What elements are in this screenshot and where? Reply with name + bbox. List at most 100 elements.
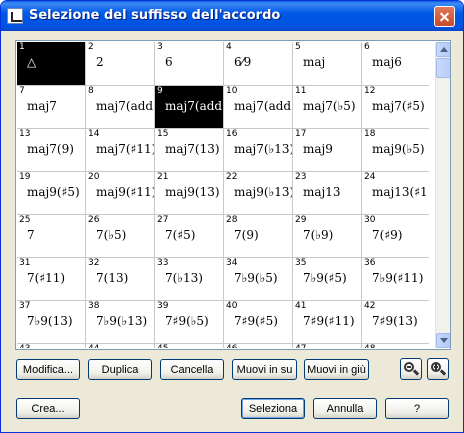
suffix-cell[interactable]: 31 7(♯11) <box>17 258 86 301</box>
help-button[interactable]: ? <box>385 398 449 419</box>
suffix-cell[interactable]: 6 maj6 <box>362 42 429 86</box>
suffix-cell[interactable]: 26 7(♭5) <box>86 215 155 258</box>
suffix-cell[interactable]: 20 maj9(♯11) <box>86 172 155 215</box>
suffix-cell[interactable]: 15 maj7(13) <box>155 129 224 172</box>
suffix-cell[interactable]: 39 7♯9(♭5) <box>155 301 224 344</box>
cell-number: 41 <box>295 301 307 311</box>
chord-suffix: maj7(add <box>96 99 154 113</box>
cancel-button[interactable]: Annulla <box>313 398 377 419</box>
cell-number: 7 <box>19 86 25 96</box>
chord-suffix: △ <box>27 55 37 69</box>
suffix-cell[interactable]: 14 maj7(♯11) <box>86 129 155 172</box>
suffix-cell[interactable]: 29 7(♭9) <box>293 215 362 258</box>
move-up-button[interactable]: Muovi in su <box>232 359 297 380</box>
suffix-cell[interactable]: 18 maj9(♭5) <box>362 129 429 172</box>
chord-suffix: 2 <box>96 55 104 69</box>
suffix-cell[interactable]: 40 7♯9(♯5) <box>224 301 293 344</box>
chord-suffix: 7(♯9) <box>372 228 403 242</box>
cell-number: 22 <box>226 172 238 182</box>
vertical-scrollbar[interactable] <box>435 42 450 348</box>
suffix-cell[interactable]: 7 maj7 <box>17 86 86 129</box>
suffix-cell[interactable]: 34 7♭9(♭5) <box>224 258 293 301</box>
cell-number: 24 <box>364 172 376 182</box>
cell-number: 4 <box>226 42 232 52</box>
chord-suffix-dialog: Selezione del suffisso dell'accordo 1 △ 2 2… <box>0 0 464 433</box>
suffix-cell[interactable]: 19 maj9(♯5) <box>17 172 86 215</box>
suffix-cell[interactable]: 9 maj7(add <box>155 86 224 129</box>
chord-suffix: maj6 <box>372 55 402 69</box>
chord-suffix: maj7(♯11) <box>96 142 155 156</box>
suffix-cell[interactable]: 8 maj7(add <box>86 86 155 129</box>
chord-suffix: maj7(♭13) <box>234 142 293 156</box>
suffix-cell[interactable]: 38 7♭9(♭13) <box>86 301 155 344</box>
cell-number: 39 <box>157 301 169 311</box>
cell-number: 8 <box>88 86 94 96</box>
suffix-cell[interactable]: 22 maj9(♭13) <box>224 172 293 215</box>
window-title: Selezione del suffisso dell'accordo <box>29 8 281 23</box>
scroll-up-button[interactable] <box>436 42 450 57</box>
title-bar[interactable]: Selezione del suffisso dell'accordo <box>1 1 463 31</box>
suffix-cell[interactable]: 36 7♭9(♯11) <box>362 258 429 301</box>
cell-number: 38 <box>88 301 100 311</box>
suffix-cell[interactable]: 479 <box>293 344 362 348</box>
suffix-cell[interactable]: 24 maj13(♯11 <box>362 172 429 215</box>
suffix-cell[interactable]: 447alt <box>86 344 155 348</box>
select-button[interactable]: Seleziona <box>241 398 305 419</box>
duplicate-button[interactable]: Duplica <box>88 359 152 380</box>
suffix-cell[interactable]: 437♯9(♭13) <box>17 344 86 348</box>
chord-suffix: 7♭9(♭5) <box>234 271 278 285</box>
suffix-cell[interactable]: 13 maj7(9) <box>17 129 86 172</box>
cell-number: 30 <box>364 215 376 225</box>
suffix-cell[interactable]: 22 <box>86 42 155 86</box>
suffix-cell[interactable]: 489(♭5) <box>362 344 429 348</box>
suffix-cell[interactable]: 35 7♭9(♯5) <box>293 258 362 301</box>
chord-suffix: maj7 <box>27 99 57 113</box>
suffix-cell[interactable]: 1 △ <box>17 42 86 86</box>
suffix-cell[interactable]: 36 <box>155 42 224 86</box>
suffix-cell[interactable]: 11 maj7(♭5) <box>293 86 362 129</box>
modify-button[interactable]: Modifica... <box>16 359 80 380</box>
move-down-button[interactable]: Muovi in giù <box>304 359 369 380</box>
suffix-cell[interactable]: 27 7(♯5) <box>155 215 224 258</box>
suffix-cell[interactable]: 25 7 <box>17 215 86 258</box>
chord-suffix: 7♭9(♯5) <box>303 271 347 285</box>
cell-number: 29 <box>295 215 307 225</box>
suffix-cell[interactable]: 5 maj <box>293 42 362 86</box>
close-icon[interactable] <box>434 6 455 27</box>
suffix-cell[interactable]: 41 7♯9(♯11) <box>293 301 362 344</box>
zoom-in-button[interactable] <box>427 358 449 380</box>
suffix-cell[interactable]: 42 7♯9(13) <box>362 301 429 344</box>
cell-number: 31 <box>19 258 31 268</box>
suffix-cell[interactable]: 28 7(9) <box>224 215 293 258</box>
chord-suffix: 7♭9(13) <box>27 314 73 328</box>
cell-number: 16 <box>226 129 238 139</box>
delete-button[interactable]: Cancella <box>160 359 224 380</box>
suffix-cell[interactable]: 10 maj7(add <box>224 86 293 129</box>
suffix-cell[interactable]: 457(omit 3) <box>155 344 224 348</box>
suffix-cell[interactable]: 23 maj13 <box>293 172 362 215</box>
zoom-out-button[interactable] <box>400 358 422 380</box>
chord-suffix: 7♭9(♭13) <box>96 314 148 328</box>
cell-number: 37 <box>19 301 31 311</box>
suffix-cell[interactable]: 16 maj7(♭13) <box>224 129 293 172</box>
suffix-cell[interactable]: 30 7(♯9) <box>362 215 429 258</box>
cell-number: 36 <box>364 258 376 268</box>
suffix-cell[interactable]: 33 7(♭13) <box>155 258 224 301</box>
suffix-cell[interactable]: 17 maj9 <box>293 129 362 172</box>
cell-number: 47 <box>295 345 306 349</box>
cell-number: 43 <box>19 345 30 349</box>
chord-suffix: 7(♭13) <box>165 271 203 285</box>
cell-number: 1 <box>19 42 25 52</box>
chord-suffix: maj9(♯11) <box>96 185 155 199</box>
scroll-down-button[interactable] <box>436 333 450 348</box>
suffix-cell[interactable]: 37 7♭9(13) <box>17 301 86 344</box>
chord-suffix: maj13(♯11 <box>372 185 429 199</box>
suffix-cell[interactable]: 21 maj9(13) <box>155 172 224 215</box>
suffix-cell[interactable]: 12 maj7(♯5) <box>362 86 429 129</box>
suffix-cell[interactable]: 467(omit 5) <box>224 344 293 348</box>
suffix-cell[interactable]: 32 7(13) <box>86 258 155 301</box>
create-button[interactable]: Crea... <box>16 398 80 419</box>
scroll-thumb[interactable] <box>436 58 450 78</box>
suffix-cell[interactable]: 4 6⁄9 <box>224 42 293 86</box>
cell-number: 17 <box>295 129 307 139</box>
